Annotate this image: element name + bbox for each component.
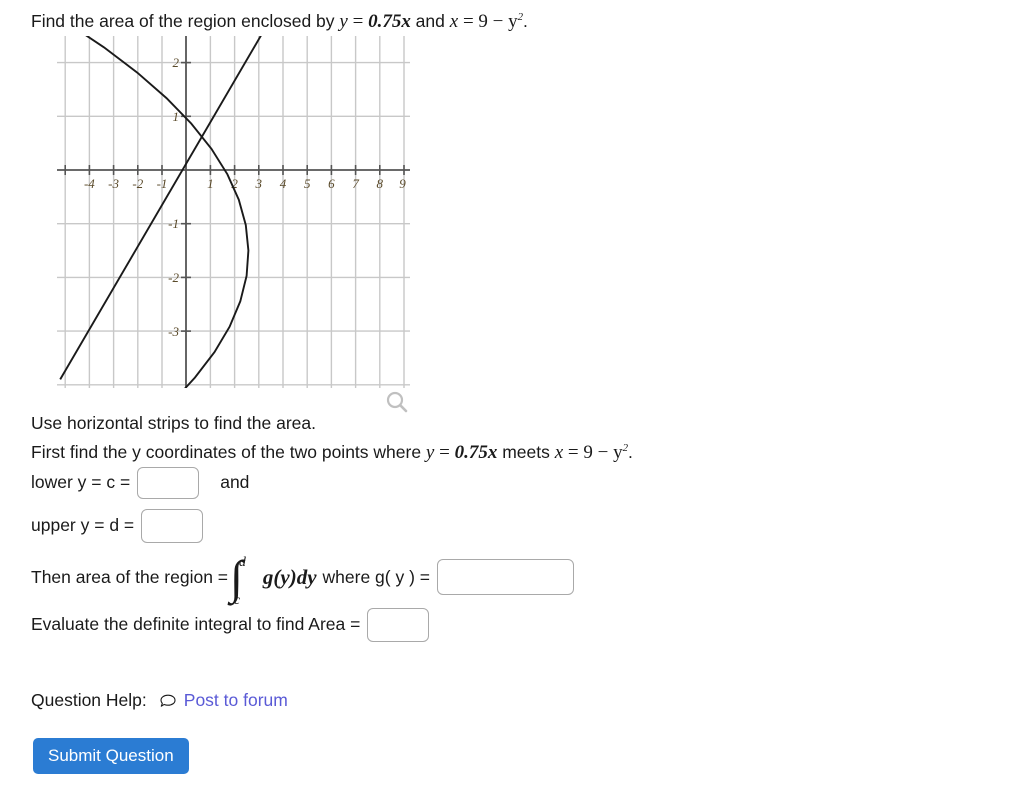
prompt-eq-line-equals: = — [347, 11, 369, 32]
integral-expression: ∫ d c — [230, 549, 255, 608]
instruction-line-2-part2: meets — [497, 442, 555, 462]
prompt-eq-par-lhs: x — [449, 11, 459, 32]
svg-text:1: 1 — [207, 176, 214, 191]
axes — [57, 36, 410, 388]
question-help-label: Question Help: — [31, 690, 147, 710]
upper-bound-input[interactable] — [141, 508, 204, 543]
graph-figure: -4 -3 -2 -1 1 2 3 4 5 6 7 8 9 2 1 -1 -2 … — [40, 33, 415, 388]
integral-upper-limit: d — [238, 555, 246, 570]
post-to-forum-link[interactable]: Post to forum — [184, 690, 288, 711]
prompt-eq-par-rhs: 9 − y — [478, 11, 518, 32]
curve-line-075x — [59, 36, 262, 380]
instruction-eq1-equals: = — [434, 442, 455, 463]
lower-bound-row: lower y = c = and — [31, 466, 249, 499]
evaluate-area-row: Evaluate the definite integral to find A… — [31, 607, 430, 642]
svg-text:-3: -3 — [108, 176, 119, 191]
y-axis-tick-labels: 2 1 -1 -2 -3 — [168, 55, 179, 339]
speech-bubble-glyph — [160, 694, 176, 707]
svg-text:9: 9 — [399, 176, 406, 191]
graph-svg: -4 -3 -2 -1 1 2 3 4 5 6 7 8 9 2 1 -1 -2 … — [57, 36, 410, 388]
area-integral-prefix: Then area of the region = — [31, 566, 229, 587]
page-title: Find the area of the region enclosed by … — [31, 9, 528, 34]
prompt-eq-line-rhs: 0.75x — [368, 11, 411, 32]
instruction-line-1: Use horizontal strips to find the area. — [31, 413, 317, 433]
instruction-eq2-lhs: x — [554, 442, 564, 463]
instruction-eq2-rhs: 9 − y — [583, 442, 623, 463]
svg-text:-2: -2 — [132, 176, 143, 191]
instruction-line-2-part1: First find the y coordinates of the two … — [31, 442, 426, 462]
prompt-text-prefix: Find the area of the region enclosed by — [31, 11, 340, 31]
area-integral-row: Then area of the region = ∫ d c g(y)dy w… — [31, 549, 575, 608]
curve-parabola-9-minus-ysq — [85, 36, 250, 388]
evaluate-area-label: Evaluate the definite integral to find A… — [31, 614, 361, 634]
integrand-expression: g(y)dy — [262, 564, 317, 589]
instruction-eq2-equals: = — [563, 442, 584, 463]
svg-text:3: 3 — [255, 176, 263, 191]
and-separator-label: and — [220, 472, 250, 492]
plotted-curves — [59, 36, 262, 388]
x-axis-tick-labels: -4 -3 -2 -1 1 2 3 4 5 6 7 8 9 — [84, 176, 406, 191]
svg-text:-1: -1 — [168, 216, 179, 231]
svg-text:2: 2 — [173, 55, 180, 70]
svg-text:5: 5 — [304, 176, 311, 191]
svg-text:-1: -1 — [157, 176, 168, 191]
prompt-period: . — [523, 11, 528, 31]
svg-text:-4: -4 — [84, 176, 95, 191]
svg-text:6: 6 — [328, 176, 335, 191]
magnifier-icon[interactable] — [384, 389, 410, 415]
prompt-eq-par-equals: = — [458, 11, 479, 32]
svg-text:7: 7 — [352, 176, 359, 191]
where-gy-label: where g( y ) = — [322, 566, 431, 587]
gy-expression-input[interactable] — [437, 559, 575, 595]
instruction-eq1-rhs: 0.75x — [454, 442, 498, 463]
area-value-input[interactable] — [367, 607, 430, 642]
lower-bound-label: lower y = c = — [31, 472, 131, 492]
svg-text:8: 8 — [377, 176, 384, 191]
instruction-line-2-period: . — [628, 442, 633, 462]
lower-bound-input[interactable] — [137, 466, 200, 499]
prompt-text-and: and — [410, 11, 450, 31]
magnifier-glyph — [386, 391, 408, 413]
grid-vertical — [64, 36, 405, 388]
upper-bound-label: upper y = d = — [31, 515, 135, 535]
upper-bound-row: upper y = d = — [31, 508, 204, 543]
prompt-eq-line-lhs: y — [339, 11, 348, 32]
speech-bubble-icon — [159, 693, 177, 709]
grid-horizontal — [57, 61, 410, 386]
instruction-line-2: First find the y coordinates of the two … — [31, 441, 633, 464]
svg-text:-3: -3 — [168, 324, 179, 339]
question-help-row: Question Help: Post to forum — [31, 690, 288, 711]
svg-text:4: 4 — [280, 176, 287, 191]
question-page: Find the area of the region enclosed by … — [0, 0, 1021, 792]
submit-question-button[interactable]: Submit Question — [33, 738, 189, 774]
svg-text:-2: -2 — [168, 270, 179, 285]
